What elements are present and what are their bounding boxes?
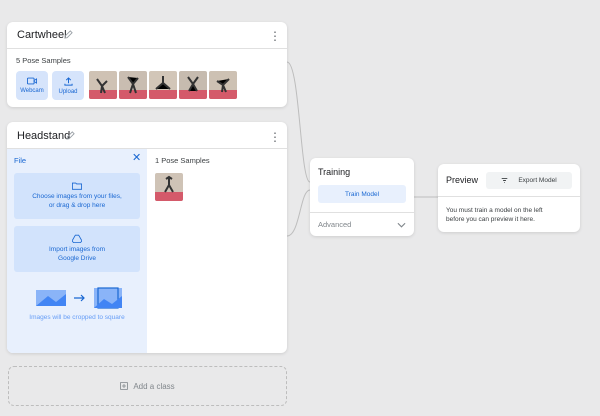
divider (310, 212, 414, 213)
webcam-button[interactable]: Webcam (16, 71, 48, 100)
preview-message-line1: You must train a model on the left (446, 207, 543, 214)
folder-icon (72, 182, 82, 190)
class-card-cartwheel: Cartwheel ⋮ 5 Pose Samples Webcam Upload (7, 22, 287, 107)
preview-title: Preview (446, 175, 479, 185)
add-box-icon (120, 382, 129, 390)
pencil-icon[interactable] (66, 131, 75, 140)
google-drive-import-button[interactable]: Import images from Google Drive (14, 226, 140, 272)
webcam-label: Webcam (20, 88, 44, 94)
add-class-label: Add a class (133, 381, 175, 391)
pencil-icon[interactable] (64, 30, 73, 39)
upload-panel-title: File (14, 156, 27, 165)
samples-count-label: 1 Pose Samples (155, 156, 210, 165)
divider (438, 196, 580, 197)
advanced-label[interactable]: Advanced (318, 220, 351, 229)
webcam-icon (27, 77, 37, 85)
add-class-button[interactable]: Add a class (8, 366, 287, 406)
file-drop-zone[interactable]: Choose images from your files, or drag &… (14, 173, 140, 219)
train-model-button[interactable]: Train Model (318, 185, 406, 203)
drive-text-line2: Google Drive (58, 255, 96, 262)
upload-label: Upload (58, 88, 78, 95)
chevron-down-icon[interactable] (397, 222, 406, 228)
training-card: Training Train Model Advanced (310, 158, 414, 236)
divider (7, 48, 287, 49)
preview-message: You must train a model on the left befor… (446, 206, 543, 224)
preview-card: Preview Export Model You must train a mo… (438, 164, 580, 232)
crop-note: Images will be cropped to square (29, 314, 125, 321)
close-icon[interactable]: ✕ (132, 153, 141, 164)
class-name[interactable]: Cartwheel (17, 29, 67, 41)
more-options-icon[interactable]: ⋮ (269, 30, 281, 42)
class-name[interactable]: Headstand (17, 130, 70, 142)
drive-text-line1: Import images from (49, 246, 105, 254)
pose-sample-thumbnail[interactable] (155, 173, 183, 201)
upload-button[interactable]: Upload (52, 71, 84, 100)
pose-sample-thumbnail[interactable] (89, 71, 117, 99)
more-options-icon[interactable]: ⋮ (269, 131, 281, 143)
pose-sample-thumbnail[interactable] (179, 71, 207, 99)
preview-message-line2: before you can preview it here. (446, 216, 535, 224)
upload-panel: File ✕ Choose images from your files, or… (7, 149, 147, 353)
export-model-button[interactable]: Export Model (486, 172, 572, 189)
pose-sample-thumbnail[interactable] (119, 71, 147, 99)
training-title: Training (318, 167, 351, 177)
google-drive-icon (72, 234, 82, 244)
export-icon (502, 177, 508, 184)
crop-illustration-icon (36, 287, 122, 309)
samples-count-label: 5 Pose Samples (16, 56, 71, 65)
drop-text-line2: or drag & drop here (48, 201, 106, 209)
class-card-headstand: Headstand ⋮ File ✕ Choose images from yo… (7, 122, 287, 353)
pose-sample-thumbnail[interactable] (209, 71, 237, 99)
upload-icon (63, 76, 73, 86)
pose-sample-thumbnail[interactable] (149, 71, 177, 99)
drop-text-line1: Choose images from your files, (32, 192, 122, 200)
export-model-label: Export Model (518, 177, 557, 184)
